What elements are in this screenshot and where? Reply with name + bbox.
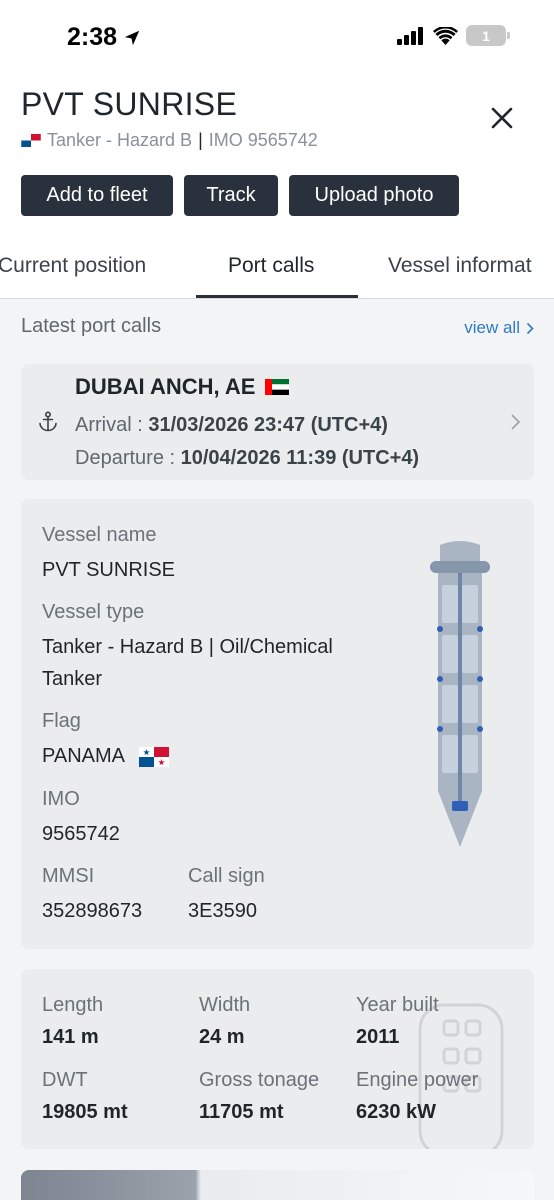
length-value: 141 m xyxy=(42,1026,99,1048)
tab-bar: Current position Port calls Vessel infor… xyxy=(0,240,554,299)
close-icon xyxy=(491,107,513,129)
subtitle-imo: IMO 9565742 xyxy=(208,130,318,150)
battery-icon: 1 xyxy=(466,25,510,46)
vessel-specs-card: Length 141 m Width 24 m Year built 2011 … xyxy=(21,969,534,1149)
view-all-link[interactable]: view all xyxy=(464,318,534,338)
port-name: DUBAI ANCH, AE xyxy=(75,374,290,400)
call-sign-label: Call sign xyxy=(188,865,265,887)
view-all-label: view all xyxy=(464,318,520,337)
departure-value: 10/04/2026 11:39 (UTC+4) xyxy=(180,447,420,469)
vessel-name-value: PVT SUNRISE xyxy=(42,559,175,581)
engine-power-value: 6230 kW xyxy=(356,1101,437,1123)
content-section: Latest port calls view all DUBAI ANCH, A… xyxy=(0,299,554,1200)
panama-flag-icon xyxy=(21,134,41,147)
call-sign-value: 3E3590 xyxy=(188,900,257,922)
imo-value: 9565742 xyxy=(42,823,120,845)
action-buttons: Add to fleet Track Upload photo xyxy=(21,175,459,216)
tanker-layout-icon xyxy=(430,541,490,847)
flag-label: Flag xyxy=(42,710,81,732)
upload-photo-button[interactable]: Upload photo xyxy=(289,175,459,216)
vessel-title: PVT SUNRISE xyxy=(21,86,238,122)
chevron-right-icon xyxy=(511,414,521,430)
tab-current-position[interactable]: Current position xyxy=(0,254,146,278)
departure-label: Departure : xyxy=(75,447,181,469)
anchor-icon xyxy=(39,411,57,432)
add-to-fleet-button[interactable]: Add to fleet xyxy=(21,175,173,216)
arrival-line: Arrival : 31/03/2026 23:47 (UTC+4) xyxy=(75,414,388,437)
departure-line: Departure : 10/04/2026 11:39 (UTC+4) xyxy=(75,447,419,470)
subtitle-separator: | xyxy=(198,130,203,150)
length-label: Length xyxy=(42,994,104,1016)
arrival-value: 31/03/2026 23:47 (UTC+4) xyxy=(148,414,388,436)
wifi-icon xyxy=(433,26,458,45)
vessel-name-label: Vessel name xyxy=(42,524,157,546)
vessel-info-card: Vessel name PVT SUNRISE Vessel type Tank… xyxy=(21,499,534,949)
promo-banner[interactable] xyxy=(21,1170,534,1200)
flag-value: PANAMA xyxy=(42,740,170,772)
port-name-text: DUBAI ANCH, AE xyxy=(75,374,256,399)
gross-tonnage-value: 11705 mt xyxy=(199,1101,284,1123)
status-bar: 2:38 1 xyxy=(0,0,554,70)
status-time-text: 2:38 xyxy=(67,23,118,51)
active-tab-indicator xyxy=(196,295,358,298)
mmsi-value: 352898673 xyxy=(42,900,143,922)
vessel-type-label: Vessel type xyxy=(42,601,145,623)
battery-level: 1 xyxy=(482,27,490,44)
tab-port-calls[interactable]: Port calls xyxy=(228,254,314,278)
mmsi-label: MMSI xyxy=(42,865,95,887)
panama-flag-icon xyxy=(139,746,170,767)
latest-port-calls-title: Latest port calls xyxy=(21,315,162,337)
signal-icon xyxy=(397,26,423,45)
subtitle-type: Tanker - Hazard B xyxy=(47,130,193,150)
track-button[interactable]: Track xyxy=(184,175,278,216)
year-built-label: Year built xyxy=(356,994,439,1016)
vessel-subtitle: Tanker - Hazard B | IMO 9565742 xyxy=(21,130,318,151)
vessel-type-value-line1: Tanker - Hazard B | Oil/Chemical xyxy=(42,636,333,658)
close-button[interactable] xyxy=(486,102,518,134)
status-icons: 1 xyxy=(397,25,510,46)
width-value: 24 m xyxy=(199,1026,245,1048)
dwt-value: 19805 mt xyxy=(42,1101,128,1123)
arrival-label: Arrival : xyxy=(75,414,149,436)
port-call-card[interactable]: DUBAI ANCH, AE Arrival : 31/03/2026 23:4… xyxy=(21,364,534,480)
width-label: Width xyxy=(199,994,251,1016)
gross-tonnage-label: Gross tonage xyxy=(199,1069,320,1091)
dwt-label: DWT xyxy=(42,1069,88,1091)
location-arrow-icon xyxy=(124,30,140,45)
uae-flag-icon xyxy=(265,379,290,395)
flag-value-text: PANAMA xyxy=(42,745,124,767)
status-time: 2:38 xyxy=(67,23,141,52)
engine-power-label: Engine power xyxy=(356,1069,479,1091)
year-built-value: 2011 xyxy=(356,1026,400,1048)
chevron-right-icon xyxy=(526,322,534,334)
vessel-type-value-line2: Tanker xyxy=(42,668,103,690)
imo-label: IMO xyxy=(42,788,80,810)
tab-vessel-information[interactable]: Vessel informat xyxy=(388,254,532,278)
